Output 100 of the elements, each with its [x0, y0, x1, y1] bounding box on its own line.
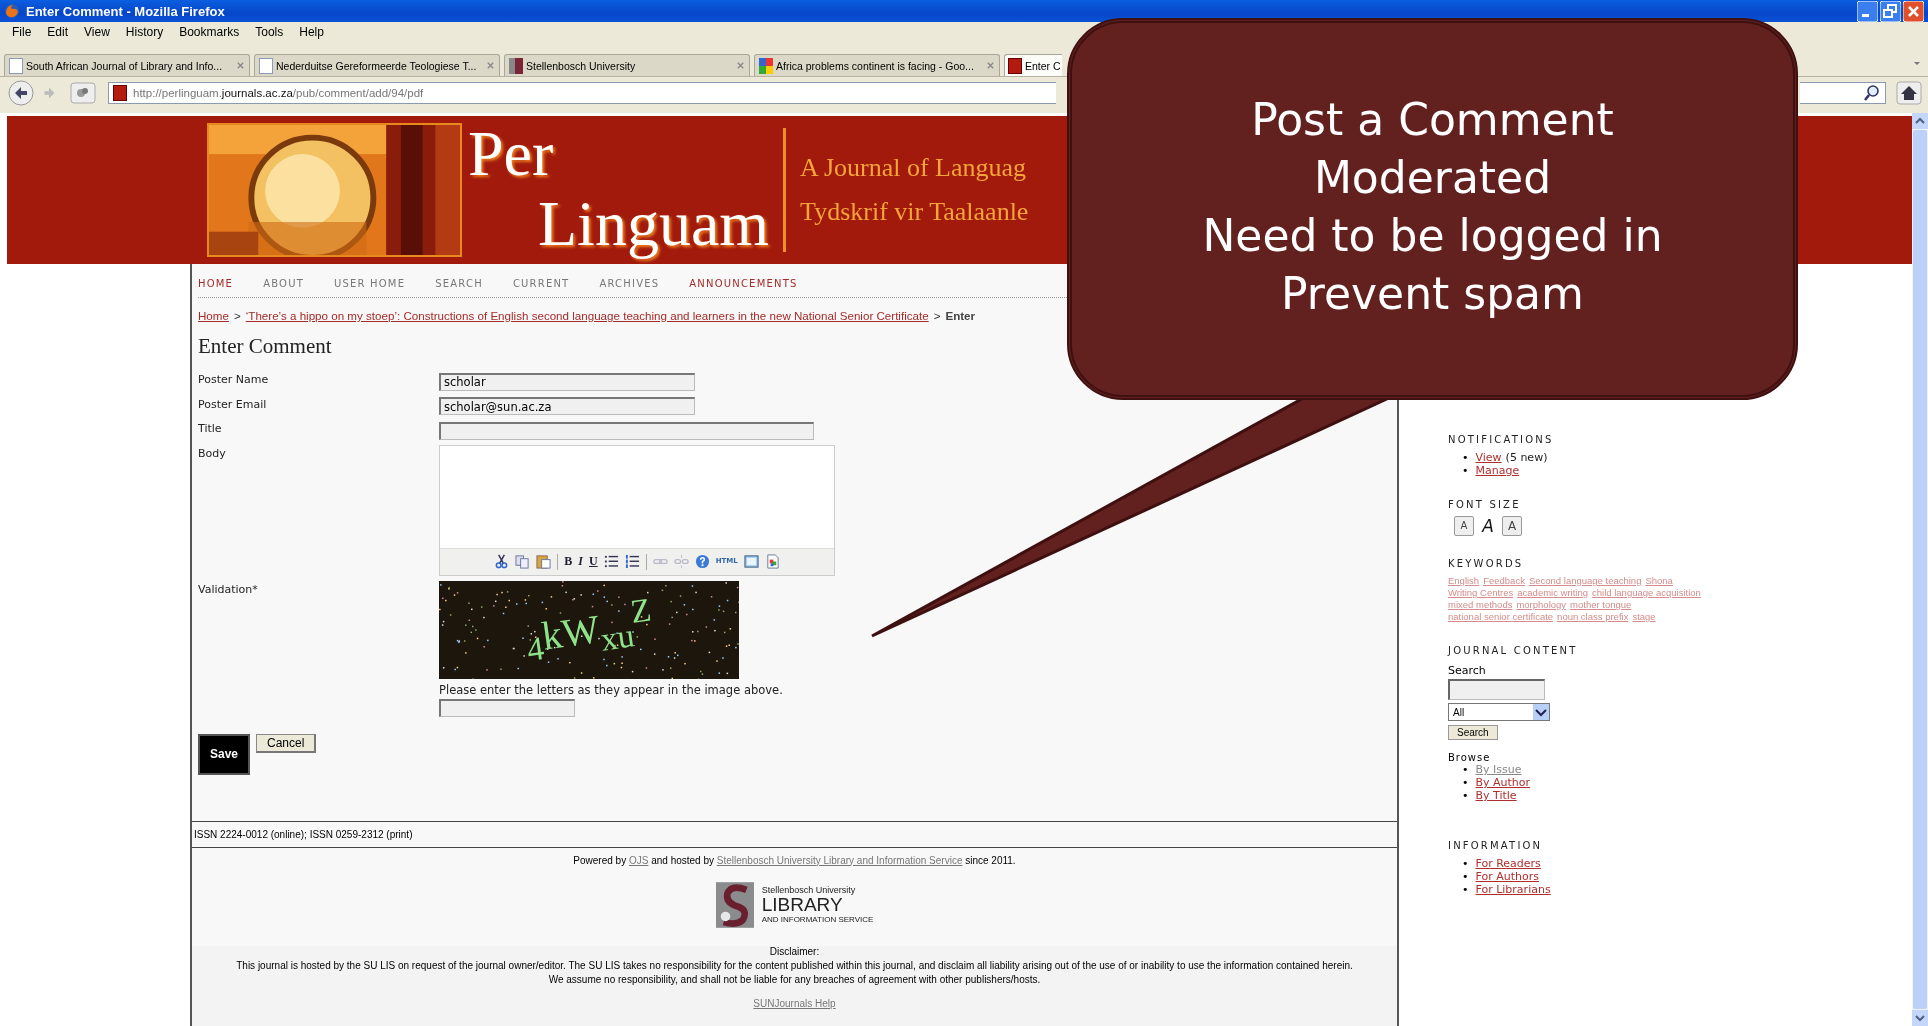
notification-count: (5 new) [1505, 451, 1548, 464]
browser-tab[interactable]: Nederduitse Gereformeerde Teologiese T... [254, 54, 500, 76]
italic-button[interactable]: I [578, 554, 583, 569]
captcha-hint: Please enter the letters as they appear in the image above. [439, 682, 783, 697]
nav-link[interactable]: HOME [198, 278, 234, 289]
nav-link[interactable]: USER HOME [333, 278, 406, 289]
page-heading: Enter Comment [198, 334, 333, 359]
menu-item[interactable]: Help [293, 24, 330, 40]
input-field[interactable] [439, 421, 814, 440]
section-title: Browse [1448, 752, 1491, 763]
close-button[interactable] [1903, 0, 1924, 22]
callout-text: Moderated [1313, 151, 1552, 205]
sidebar-link[interactable]: Manage [1475, 464, 1520, 477]
journal-tagline: A Journal of Languag [800, 153, 1028, 183]
input-field[interactable]: scholar [439, 372, 695, 391]
site-identity-button[interactable] [70, 82, 96, 104]
cancel-button[interactable]: Cancel [256, 733, 317, 753]
sidebar-link[interactable]: By Title [1475, 789, 1517, 802]
sidebar-link[interactable]: View [1475, 451, 1502, 464]
favicon-icon [759, 57, 773, 74]
close-icon[interactable] [236, 61, 245, 70]
disclaimer-text: We assume no responsibility, and shall not be liable for any breaches of agreement with other publishers/hosts. [548, 973, 1041, 985]
scissors-icon[interactable] [494, 554, 510, 569]
callout-text: Post a Comment [1251, 93, 1614, 147]
field-label: Poster Email [198, 396, 268, 413]
browser-tab[interactable]: Enter C [1004, 54, 1062, 76]
address-field[interactable] [1800, 82, 1886, 104]
menu-item[interactable]: History [119, 24, 170, 40]
sidebar-link[interactable]: By Issue [1475, 763, 1522, 776]
close-icon[interactable] [986, 61, 995, 70]
menu-item[interactable]: Tools [249, 24, 290, 40]
search-label: Search [1448, 664, 1486, 677]
menu-item[interactable]: Bookmarks [173, 24, 246, 40]
nav-link[interactable]: ABOUT [263, 278, 304, 289]
bold-button[interactable]: B [564, 554, 573, 569]
field-label: Poster Name [198, 372, 270, 388]
breadcrumb-link[interactable]: Home [198, 309, 229, 322]
footer-link[interactable]: OJS [628, 854, 649, 866]
scroll-thumb[interactable] [1913, 130, 1927, 1009]
numbered-list-icon[interactable] [624, 554, 640, 569]
scope-dropdown[interactable]: All [1448, 703, 1550, 721]
scroll-up-icon[interactable] [1912, 113, 1928, 129]
menu-item[interactable]: Edit [41, 24, 75, 40]
menu-item[interactable]: File [6, 24, 38, 40]
list-bullet: • [1462, 776, 1469, 789]
nav-link[interactable]: SEARCH [435, 278, 483, 289]
image-icon[interactable] [764, 554, 780, 569]
callout-text: Need to be logged in [1202, 209, 1663, 263]
help-icon[interactable] [694, 554, 710, 569]
issn-text: ISSN 2224-0012 (online); ISSN 0259-2312 (print) [192, 820, 1397, 848]
section-title: KEYWORDS [1448, 558, 1524, 569]
input-field[interactable]: scholar@sun.ac.za [439, 397, 695, 415]
copy-icon[interactable] [515, 554, 531, 569]
browser-tab[interactable]: Stellenbosch University [504, 54, 750, 76]
list-bullet: • [1462, 789, 1469, 802]
search-button[interactable]: Search [1448, 725, 1498, 740]
breadcrumb-link[interactable]: ‘There’s a hippo on my stoep’: Constructions of English second language teaching and learners in the new National Senior Certificate [245, 309, 929, 322]
list-bullet: • [1462, 763, 1469, 776]
field-label: Title [198, 421, 223, 437]
underline-button[interactable]: U [588, 554, 598, 569]
sidebar-link[interactable]: For Readers [1475, 857, 1541, 870]
browser-tab[interactable]: South African Journal of Library and Info... [4, 54, 250, 76]
library-name: LIBRARY [761, 895, 843, 915]
address-field[interactable]: http://perlinguam.journals.ac.za/pub/comment/add/94/pdf [108, 82, 1056, 104]
nav-link[interactable]: CURRENT [512, 278, 570, 289]
nav-link[interactable]: ANNOUNCEMENTS [689, 278, 798, 289]
favicon-icon [9, 57, 23, 74]
favicon-icon [1008, 57, 1022, 74]
sidebar-link[interactable]: For Librarians [1475, 883, 1551, 896]
sidebar-link[interactable]: For Authors [1475, 870, 1539, 883]
default-font-button[interactable]: A [1478, 516, 1498, 536]
disclaimer-text: This journal is hosted by the SU LIS on request of the journal owner/editor. The SU LIS takes no responsibility for the content published within this journal, and disclaim all liability arising out of the use of or inability to use the information contained herein. [236, 959, 1353, 971]
clipboard-icon[interactable] [536, 554, 552, 569]
section-title: NOTIFICATIONS [1448, 434, 1554, 445]
restore-button[interactable] [1880, 0, 1901, 22]
fullscreen-icon[interactable] [743, 554, 759, 569]
close-icon[interactable] [486, 61, 495, 70]
help-link[interactable]: SUNJournals Help [753, 997, 836, 1009]
input-field[interactable] [439, 698, 575, 717]
browser-tab[interactable]: Africa problems continent is facing - Goo... [754, 54, 1000, 76]
scroll-down-icon[interactable] [1912, 1010, 1928, 1026]
home-button[interactable] [1896, 81, 1922, 105]
decrease-font-button[interactable]: A [1454, 516, 1474, 536]
back-button[interactable] [8, 80, 34, 106]
section-title: INFORMATION [1448, 840, 1543, 851]
search-field[interactable] [1448, 679, 1545, 700]
increase-font-button[interactable]: A [1502, 516, 1522, 536]
sidebar-link[interactable]: By Author [1475, 776, 1531, 789]
nav-link[interactable]: ARCHIVES [599, 278, 660, 289]
site-favicon-icon [113, 85, 127, 101]
breadcrumb-separator: > [233, 309, 241, 322]
save-button[interactable]: Save [198, 733, 251, 775]
footer-link[interactable]: Stellenbosch University Library and Information Service [716, 854, 963, 866]
bullet-list-icon[interactable] [603, 554, 619, 569]
close-icon[interactable] [736, 61, 745, 70]
minimize-button[interactable] [1857, 0, 1878, 22]
library-name: Stellenbosch University [761, 885, 857, 895]
menu-item[interactable]: View [78, 24, 116, 40]
section-title: JOURNAL CONTENT [1448, 645, 1578, 656]
search-icon[interactable] [1863, 84, 1881, 102]
